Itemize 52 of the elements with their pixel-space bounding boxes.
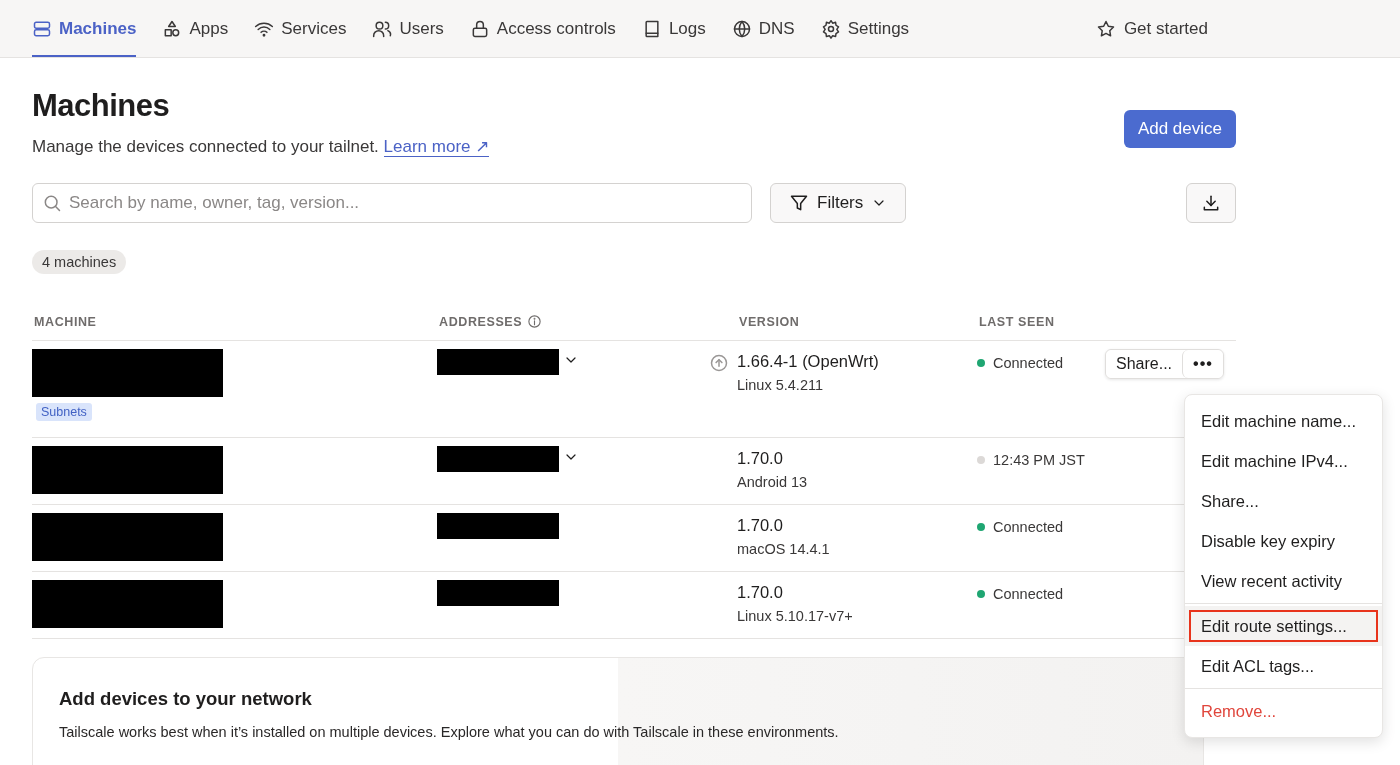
menu-item[interactable]: Edit machine IPv4... bbox=[1185, 441, 1382, 481]
os-text: Linux 5.10.17-v7+ bbox=[737, 608, 853, 624]
search-field[interactable]: Search by name, owner, tag, version... bbox=[32, 183, 752, 223]
menu-item[interactable]: Share... bbox=[1185, 481, 1382, 521]
page-title: Machines bbox=[32, 88, 171, 124]
nav-tab[interactable]: Users bbox=[372, 0, 444, 57]
os-text: macOS 14.4.1 bbox=[737, 541, 830, 557]
column-header: LAST SEEN bbox=[979, 314, 1055, 329]
filter-icon bbox=[789, 193, 809, 213]
version-text: 1.70.0 bbox=[737, 583, 784, 602]
version-text: 1.66.4-1 (OpenWrt) bbox=[737, 352, 879, 371]
nav-tab[interactable]: Settings bbox=[820, 0, 910, 57]
download-icon bbox=[1201, 193, 1221, 213]
column-header: VERSION bbox=[739, 314, 800, 329]
menu-item[interactable]: Remove... bbox=[1185, 691, 1382, 731]
search-icon bbox=[42, 193, 62, 213]
menu-item[interactable]: Edit machine name... bbox=[1185, 401, 1382, 441]
download-button[interactable] bbox=[1186, 183, 1236, 223]
last-seen-text: Connected bbox=[993, 355, 1064, 371]
menu-item[interactable]: Edit route settings... bbox=[1185, 606, 1382, 646]
more-button[interactable]: ••• bbox=[1182, 350, 1223, 378]
nav-tab[interactable]: Access controls bbox=[469, 0, 616, 57]
promo-text: Tailscale works best when it’s installed on multiple devices. Explore what you can do with Tailscale in these environments. bbox=[59, 724, 840, 740]
nav-tab[interactable]: Logs bbox=[641, 0, 706, 57]
os-text: Linux 5.4.211 bbox=[737, 377, 824, 393]
column-header: MACHINE bbox=[34, 314, 97, 329]
nav-tab[interactable]: Services bbox=[254, 0, 347, 57]
version-text: 1.70.0 bbox=[737, 449, 784, 468]
machine-count-badge: 4 machines bbox=[32, 250, 127, 274]
learn-more-link[interactable]: Learn more ↗ bbox=[383, 137, 490, 157]
get-started-link[interactable]: Get started bbox=[1095, 0, 1208, 57]
filters-button[interactable]: Filters bbox=[770, 183, 907, 223]
promo-title: Add devices to your network bbox=[59, 688, 313, 710]
menu-item[interactable]: Disable key expiry bbox=[1185, 521, 1382, 561]
add-device-button[interactable]: Add device bbox=[1123, 110, 1236, 148]
menu-item[interactable]: Edit ACL tags... bbox=[1185, 646, 1382, 686]
menu-item[interactable]: View recent activity bbox=[1185, 561, 1382, 601]
os-text: Android 13 bbox=[737, 474, 808, 490]
globe-icon bbox=[731, 18, 752, 39]
settings-icon bbox=[820, 18, 841, 39]
column-header: ADDRESSES bbox=[439, 314, 523, 329]
info-icon bbox=[527, 314, 543, 329]
subnets-tag: Subnets bbox=[36, 403, 92, 421]
nav-tab[interactable]: Machines bbox=[32, 0, 137, 57]
last-seen-text: Connected bbox=[993, 519, 1064, 535]
last-seen-text: 12:43 PM JST bbox=[993, 452, 1085, 468]
page-description: Manage the devices connected to your tailnet. bbox=[32, 137, 379, 156]
version-text: 1.70.0 bbox=[737, 516, 784, 535]
star-icon bbox=[1095, 18, 1116, 39]
last-seen-text: Connected bbox=[993, 586, 1064, 602]
nav-tab[interactable]: DNS bbox=[731, 0, 795, 57]
nav-tab[interactable]: Apps bbox=[162, 0, 229, 57]
